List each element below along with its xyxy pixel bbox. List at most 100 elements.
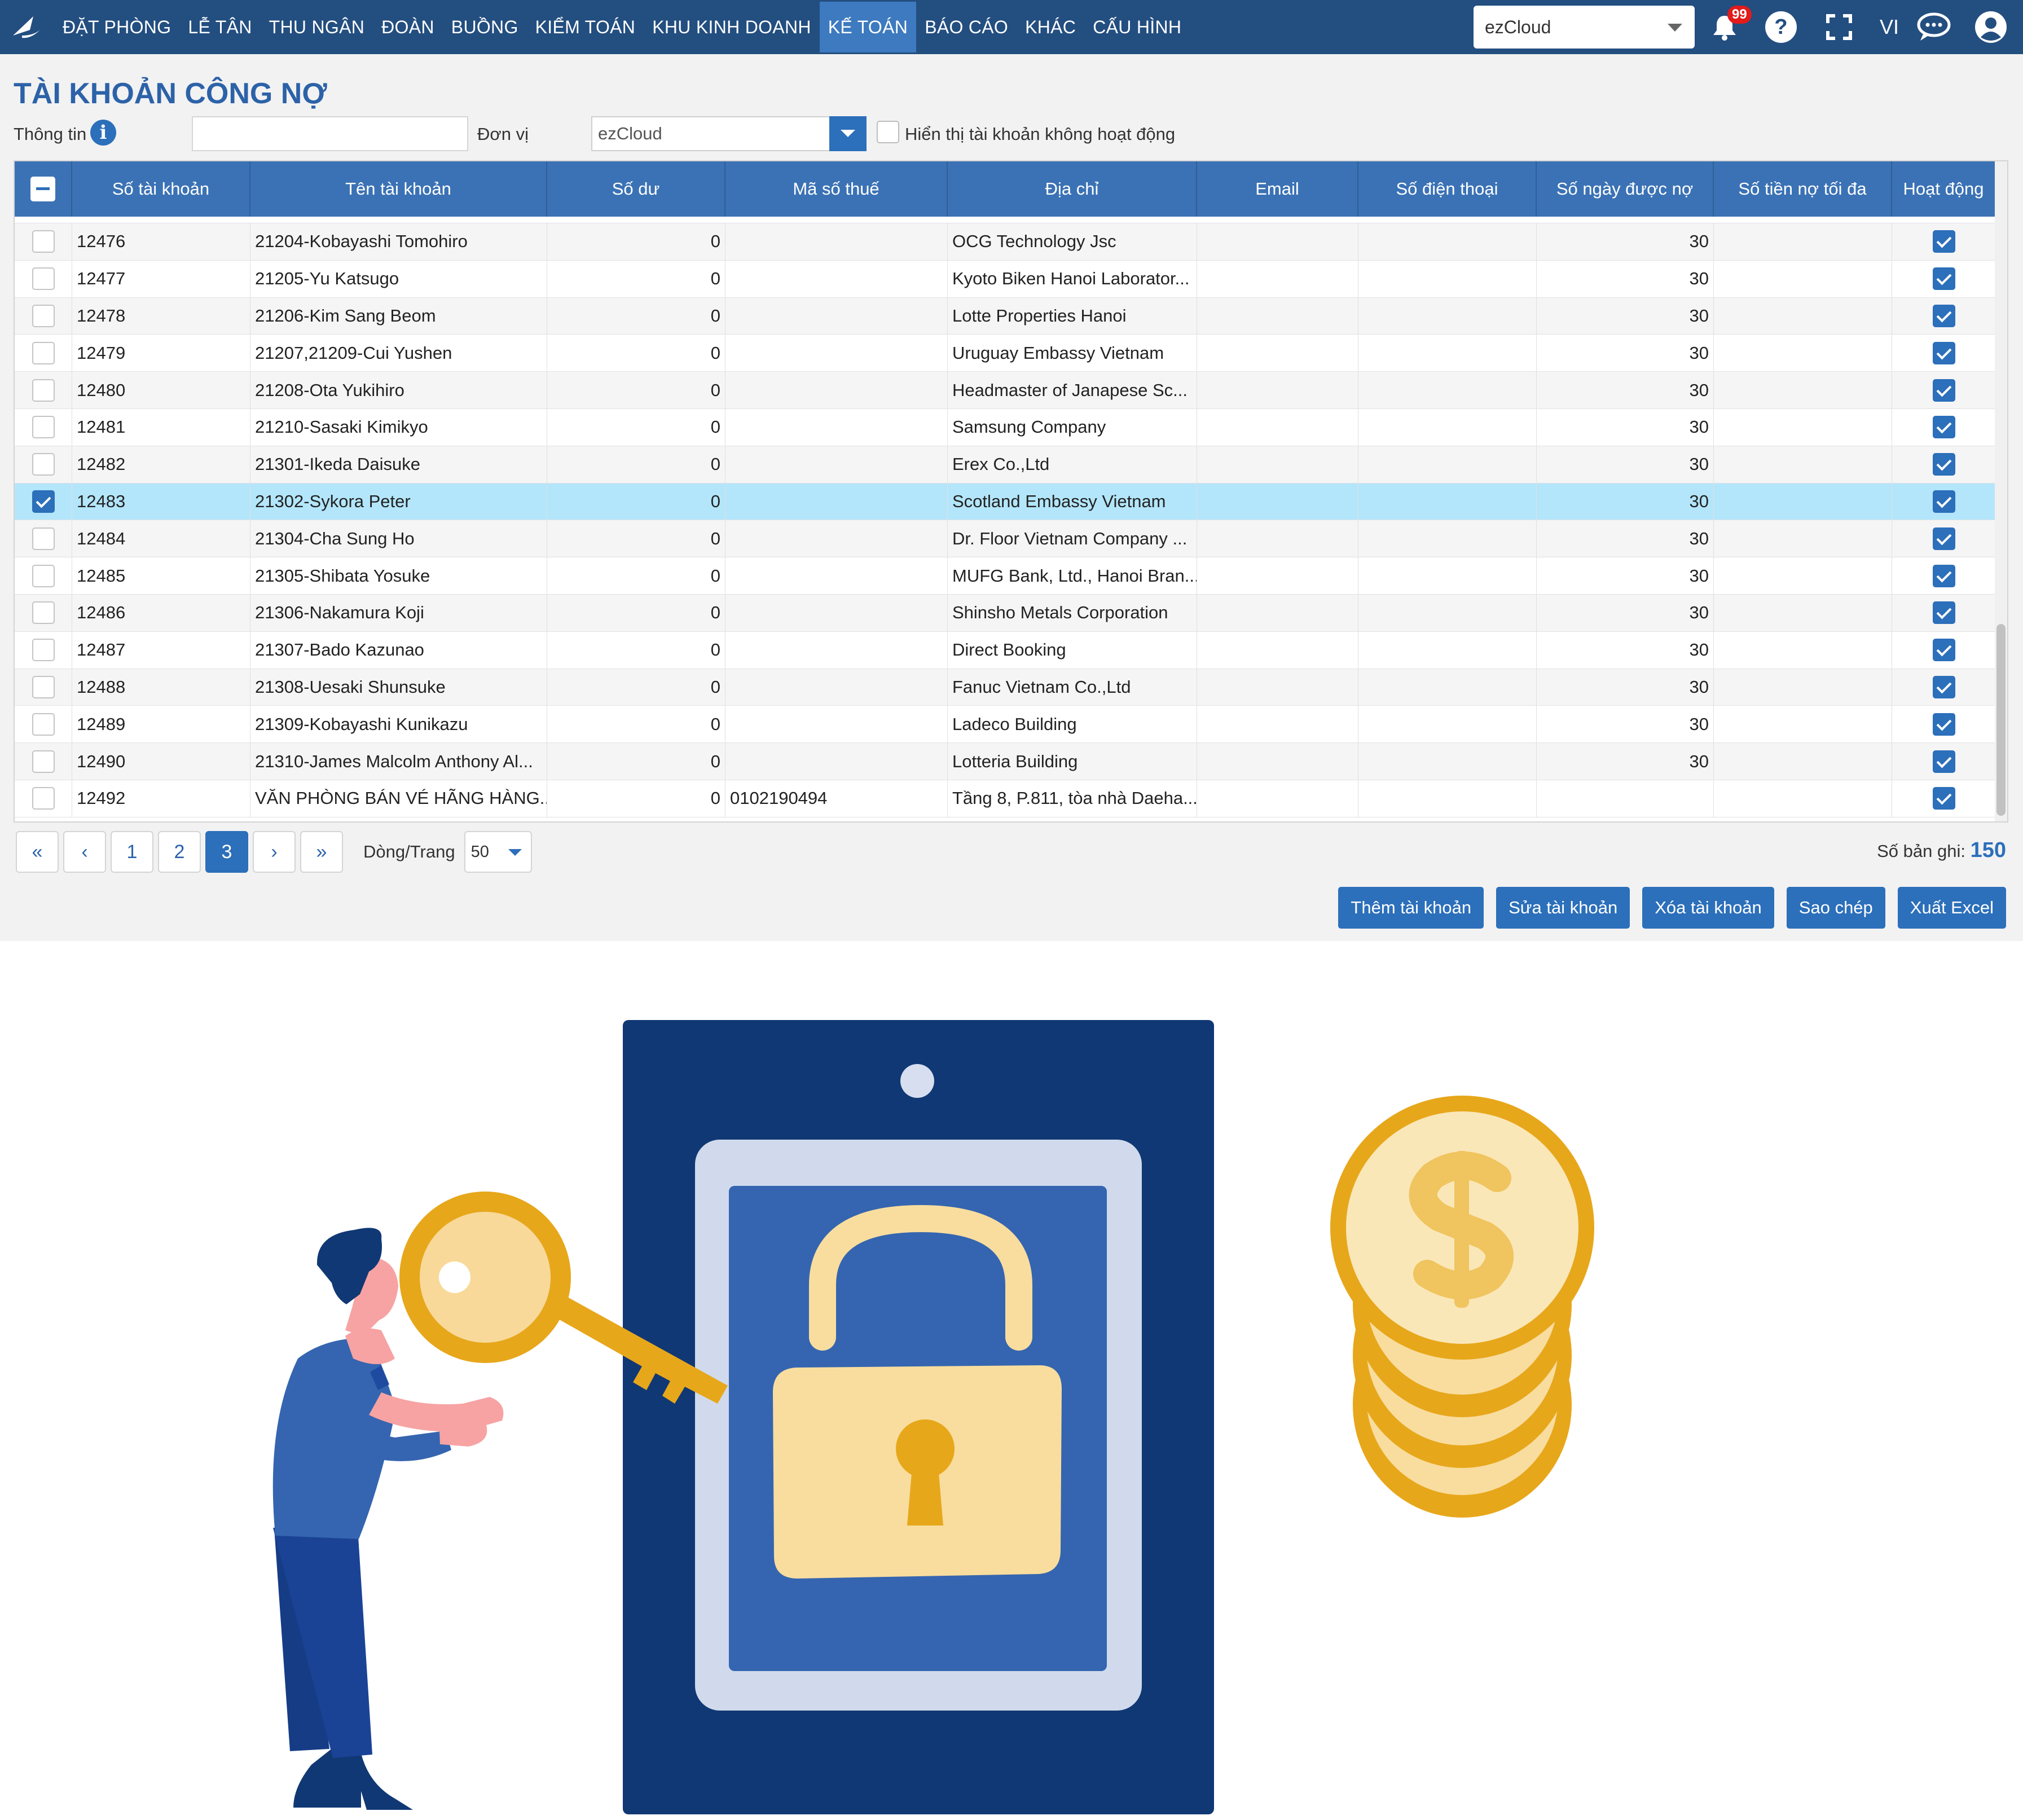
menu-le-tan[interactable]: LỄ TÂN <box>179 2 260 52</box>
row-select-checkbox[interactable] <box>15 520 72 557</box>
info-search-input[interactable] <box>192 116 468 151</box>
next-page-button[interactable]: › <box>253 831 296 873</box>
row-active-checkbox[interactable] <box>1932 527 1955 550</box>
copy-button[interactable]: Sao chép <box>1786 887 1885 929</box>
row-active-checkbox[interactable] <box>1932 601 1955 625</box>
page-2-button[interactable]: 2 <box>158 831 201 873</box>
row-select-checkbox[interactable] <box>15 260 72 297</box>
menu-kiem-toan[interactable]: KIỂM TOÁN <box>527 2 644 52</box>
row-select-checkbox[interactable] <box>32 341 55 364</box>
user-menu-button[interactable] <box>1972 0 2009 54</box>
col-so-dien-thoai[interactable]: Số điện thoại <box>1358 161 1537 217</box>
row-select-checkbox[interactable] <box>15 223 72 260</box>
chat-button[interactable] <box>1916 0 1952 54</box>
row-active-checkbox[interactable] <box>1932 675 1955 698</box>
row-active-checkbox[interactable] <box>1932 453 1955 476</box>
col-ten-tai-khoan[interactable]: Tên tài khoản <box>250 161 547 217</box>
row-select-checkbox[interactable] <box>32 267 55 291</box>
table-row[interactable]: 12481 21210-Sasaki Kimikyo 0 Samsung Compan… <box>15 408 1996 446</box>
chevron-down-icon[interactable] <box>829 116 867 151</box>
table-scrollbar[interactable] <box>1995 161 2007 821</box>
menu-khu-kinh-doanh[interactable]: KHU KINH DOANH <box>644 2 820 52</box>
row-select-checkbox[interactable] <box>15 780 72 817</box>
table-row[interactable]: 12492 VĂN PHÒNG BÁN VÉ HÃNG HÀNG... 0 01021… <box>15 780 1996 817</box>
export-excel-button[interactable]: Xuất Excel <box>1897 887 2006 929</box>
row-active-checkbox[interactable] <box>1932 416 1955 439</box>
scrollbar-thumb[interactable] <box>1996 624 2006 816</box>
row-active-checkbox[interactable] <box>1892 669 1996 706</box>
info-icon[interactable]: i <box>90 120 116 146</box>
col-email[interactable]: Email <box>1197 161 1358 217</box>
table-row[interactable]: 12489 21309-Kobayashi Kunikazu 0 Ladeco Bui… <box>15 706 1996 744</box>
table-row[interactable]: 12477 21205-Yu Katsugo 0 Kyoto Biken Hanoi … <box>15 260 1996 298</box>
row-active-checkbox[interactable] <box>1892 408 1996 446</box>
language-button[interactable]: VI <box>1875 0 1903 54</box>
menu-bao-cao[interactable]: BÁO CÁO <box>916 2 1017 52</box>
row-active-checkbox[interactable] <box>1892 520 1996 557</box>
table-row[interactable]: 12488 21308-Uesaki Shunsuke 0 Fanuc Vietnam… <box>15 669 1996 706</box>
col-dia-chi[interactable]: Địa chỉ <box>948 161 1197 217</box>
row-select-checkbox[interactable] <box>15 706 72 743</box>
row-select-checkbox[interactable] <box>32 379 55 402</box>
row-active-checkbox[interactable] <box>1932 787 1955 810</box>
row-select-checkbox[interactable] <box>15 408 72 446</box>
page-1-button[interactable]: 1 <box>111 831 153 873</box>
row-select-checkbox[interactable] <box>15 743 72 780</box>
row-active-checkbox[interactable] <box>1932 564 1955 587</box>
prev-page-button[interactable]: ‹ <box>63 831 106 873</box>
unit-filter-dropdown[interactable]: ezCloud <box>591 116 867 151</box>
menu-khac[interactable]: KHÁC <box>1017 2 1084 52</box>
table-row[interactable]: 12480 21208-Ota Yukihiro 0 Headmaster of Ja… <box>15 372 1996 409</box>
row-select-checkbox[interactable] <box>15 557 72 594</box>
row-active-checkbox[interactable] <box>1892 706 1996 743</box>
row-active-checkbox[interactable] <box>1932 713 1955 736</box>
table-row[interactable]: 12490 21310-James Malcolm Anthony Al... 0 L… <box>15 743 1996 780</box>
rows-per-page-select[interactable]: 50 <box>464 831 532 873</box>
table-row[interactable]: 12484 21304-Cha Sung Ho 0 Dr. Floor Vietnam… <box>15 520 1996 558</box>
row-select-checkbox[interactable] <box>32 787 55 810</box>
menu-cau-hinh[interactable]: CẤU HÌNH <box>1084 2 1190 52</box>
row-select-checkbox[interactable] <box>32 675 55 698</box>
table-row[interactable]: 12486 21306-Nakamura Koji 0 Shinsho Metals … <box>15 594 1996 632</box>
add-account-button[interactable]: Thêm tài khoản <box>1338 887 1484 929</box>
menu-buong[interactable]: BUỒNG <box>443 2 527 52</box>
menu-ke-toan[interactable]: KẾ TOÁN <box>819 2 917 52</box>
row-select-checkbox[interactable] <box>32 453 55 476</box>
first-page-button[interactable]: « <box>16 831 59 873</box>
table-row[interactable]: 12483 21302-Sykora Peter 0 Scotland Embassy… <box>15 483 1996 521</box>
row-active-checkbox[interactable] <box>1892 557 1996 594</box>
unit-select[interactable]: ezCloud <box>1474 6 1695 49</box>
row-select-checkbox[interactable] <box>15 669 72 706</box>
row-active-checkbox[interactable] <box>1892 223 1996 260</box>
row-select-checkbox[interactable] <box>32 416 55 439</box>
col-so-du[interactable]: Số dư <box>547 161 725 217</box>
edit-account-button[interactable]: Sửa tài khoản <box>1496 887 1630 929</box>
row-select-checkbox[interactable] <box>32 490 55 513</box>
page-3-button[interactable]: 3 <box>205 831 248 873</box>
row-active-checkbox[interactable] <box>1892 594 1996 631</box>
row-select-checkbox[interactable] <box>15 483 72 520</box>
row-select-checkbox[interactable] <box>15 372 72 408</box>
row-active-checkbox[interactable] <box>1932 267 1955 291</box>
row-select-checkbox[interactable] <box>15 594 72 631</box>
row-active-checkbox[interactable] <box>1892 446 1996 483</box>
row-active-checkbox[interactable] <box>1892 780 1996 817</box>
row-active-checkbox[interactable] <box>1932 639 1955 662</box>
menu-thu-ngan[interactable]: THU NGÂN <box>261 2 373 52</box>
row-active-checkbox[interactable] <box>1892 743 1996 780</box>
show-inactive-checkbox[interactable] <box>877 121 899 143</box>
row-active-checkbox[interactable] <box>1892 260 1996 297</box>
row-active-checkbox[interactable] <box>1932 341 1955 364</box>
select-all-header[interactable] <box>15 161 72 217</box>
delete-account-button[interactable]: Xóa tài khoản <box>1642 887 1774 929</box>
row-active-checkbox[interactable] <box>1892 631 1996 669</box>
table-row[interactable]: 12482 21301-Ikeda Daisuke 0 Erex Co.,Ltd 30 <box>15 446 1996 483</box>
row-select-checkbox[interactable] <box>32 527 55 550</box>
row-select-checkbox[interactable] <box>15 335 72 372</box>
row-active-checkbox[interactable] <box>1892 297 1996 335</box>
row-active-checkbox[interactable] <box>1892 335 1996 372</box>
table-row[interactable]: 12479 21207,21209-Cui Yushen 0 Uruguay Emba… <box>15 335 1996 372</box>
row-select-checkbox[interactable] <box>15 631 72 669</box>
row-active-checkbox[interactable] <box>1932 750 1955 773</box>
row-select-checkbox[interactable] <box>32 750 55 773</box>
